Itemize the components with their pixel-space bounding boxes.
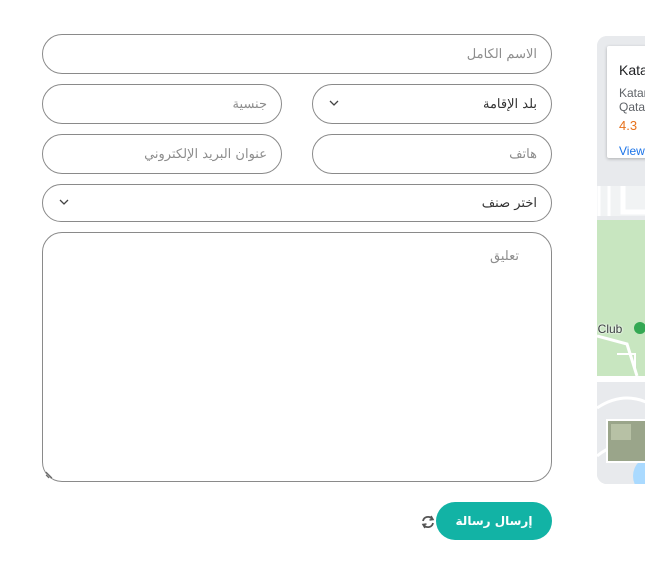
phone-input[interactable]	[327, 135, 537, 173]
embedded-map[interactable]: Katar Katar Qata 4.3 View f Club	[597, 36, 645, 484]
nationality-field[interactable]	[42, 84, 282, 124]
nationality-input[interactable]	[57, 85, 267, 123]
full-name-input[interactable]	[57, 35, 537, 73]
category-select[interactable]: اختر صنف	[42, 184, 552, 222]
comment-textarea[interactable]	[57, 241, 537, 473]
country-select[interactable]: بلد الإقامة	[312, 84, 552, 124]
place-address-line2: Qata	[619, 100, 645, 114]
chevron-down-icon	[59, 199, 69, 205]
place-rating: 4.3	[619, 118, 638, 133]
email-field[interactable]	[42, 134, 282, 174]
place-title: Katar	[619, 62, 645, 78]
place-address-line1: Katar	[619, 86, 645, 100]
category-select-value: اختر صنف	[481, 195, 537, 211]
refresh-icon[interactable]	[420, 514, 436, 530]
chevron-down-icon	[329, 100, 339, 106]
comment-field[interactable]	[42, 232, 552, 482]
send-message-button[interactable]: إرسال رسالة	[436, 502, 552, 540]
country-select-value: بلد الإقامة	[482, 96, 537, 112]
phone-field[interactable]	[312, 134, 552, 174]
resize-grip-icon[interactable]	[45, 471, 53, 479]
view-larger-map-link[interactable]: View	[619, 144, 645, 158]
full-name-field[interactable]	[42, 34, 552, 74]
map-poi-label[interactable]: f Club	[597, 322, 622, 336]
email-input[interactable]	[57, 135, 267, 173]
place-info-card: Katar Katar Qata 4.3 View	[607, 46, 645, 158]
